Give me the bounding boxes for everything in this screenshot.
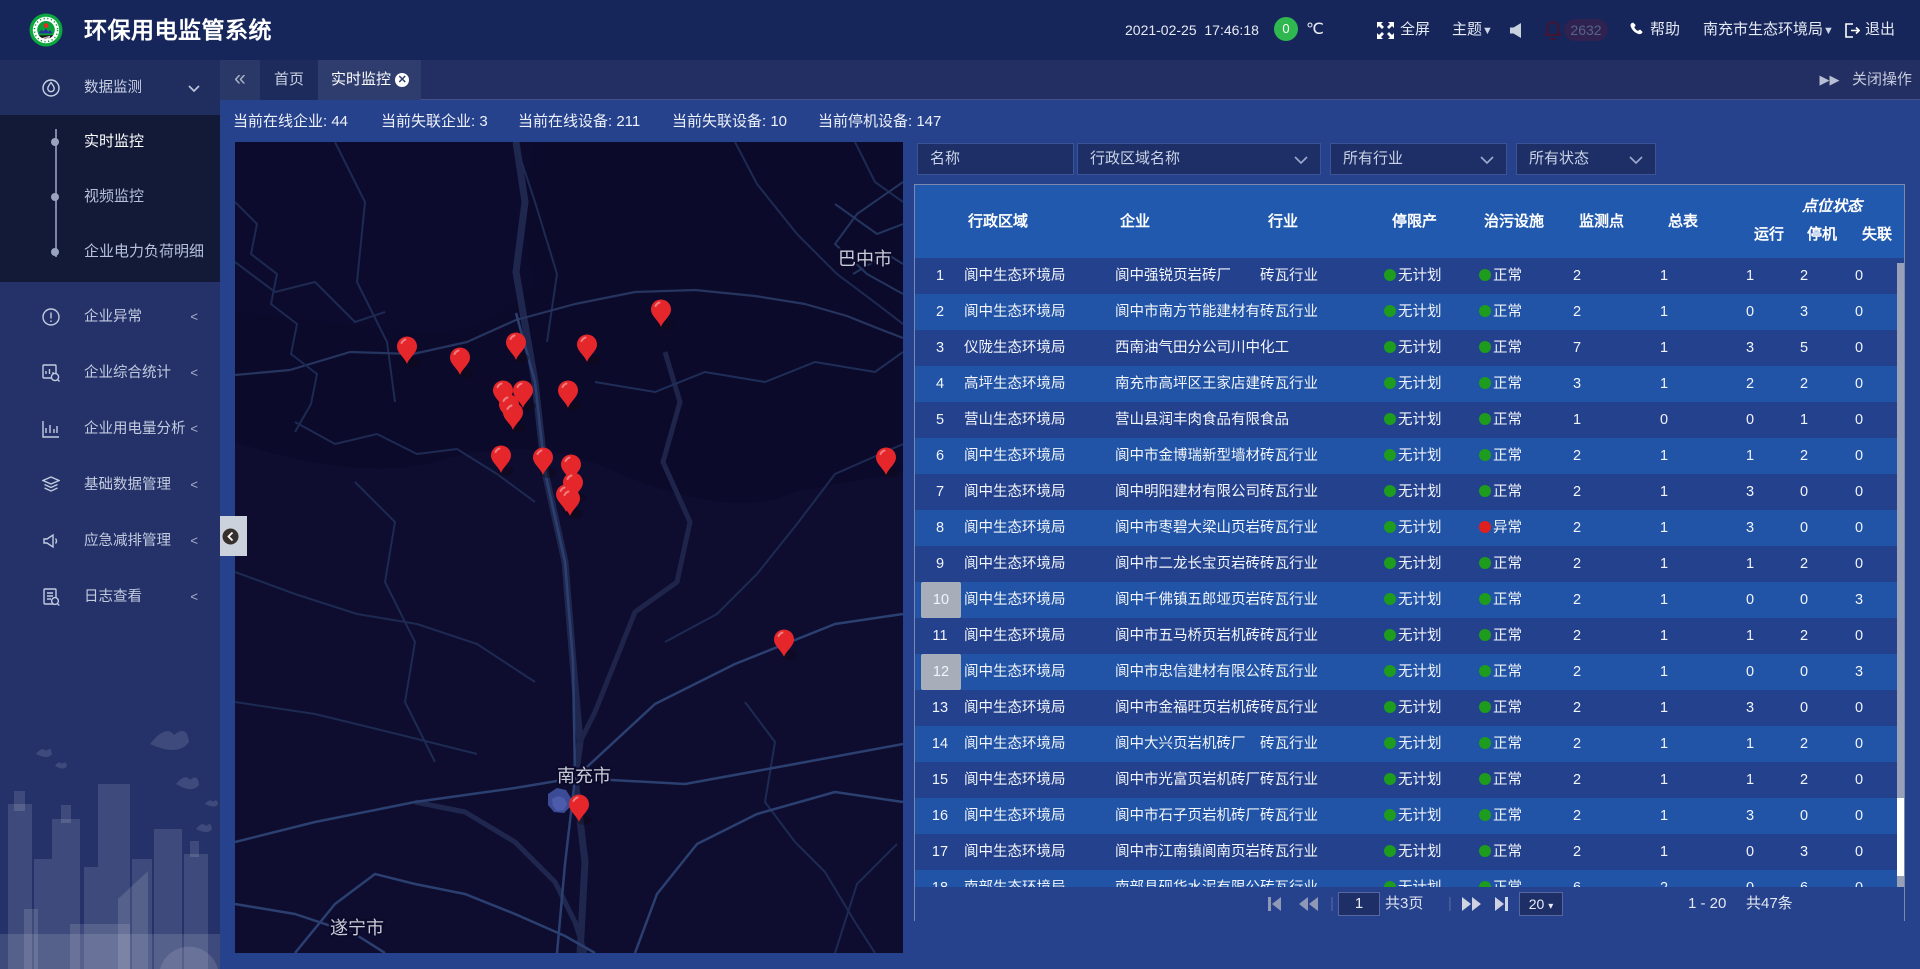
svg-text:遂宁市: 遂宁市: [330, 918, 384, 938]
svg-text:南充市: 南充市: [557, 766, 611, 786]
svg-text:巴中市: 巴中市: [838, 249, 892, 269]
